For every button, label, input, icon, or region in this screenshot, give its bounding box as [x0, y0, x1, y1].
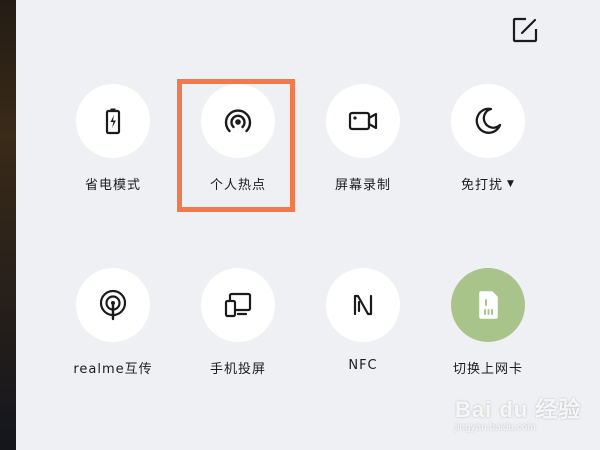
tile-circle	[76, 268, 150, 342]
edit-icon	[512, 17, 538, 43]
tile-circle	[76, 84, 150, 158]
nfc-icon	[353, 294, 373, 316]
tile-circle-active	[451, 268, 525, 342]
tile-label: NFC	[348, 358, 378, 373]
share-icon	[99, 289, 127, 321]
edit-button[interactable]	[509, 14, 541, 46]
tile-label: realme互传	[73, 362, 153, 377]
tile-realme-share[interactable]: realme互传	[58, 268, 168, 388]
tile-circle	[326, 84, 400, 158]
tile-nfc[interactable]: NFC	[308, 268, 418, 388]
background-edge	[0, 0, 16, 450]
moon-icon	[475, 107, 502, 134]
hotspot-highlight-frame	[177, 79, 295, 212]
watermark-logo: Bai du 经验	[455, 397, 582, 422]
tile-screen-record[interactable]: 屏幕录制	[308, 84, 418, 204]
tile-label: 屏幕录制	[334, 178, 391, 193]
tile-label-text: 免打扰	[461, 178, 504, 193]
tile-circle	[451, 84, 525, 158]
tile-screen-cast[interactable]: 手机投屏	[183, 268, 293, 388]
screen-cast-icon	[224, 292, 252, 318]
tile-label: 省电模式	[84, 178, 141, 193]
tile-label: 切换上网卡	[452, 362, 523, 377]
tile-label: 免打扰 ▼	[461, 174, 515, 193]
tile-circle	[326, 268, 400, 342]
screen-record-icon	[348, 111, 378, 131]
tile-switch-data-sim[interactable]: 切换上网卡	[433, 268, 543, 388]
dropdown-caret-icon[interactable]: ▼	[507, 179, 515, 189]
watermark: Bai du 经验 jingyan.baidu.com	[455, 392, 595, 442]
sim-card-icon	[479, 291, 498, 319]
tile-label: 手机投屏	[209, 362, 266, 377]
quick-settings-panel: 省电模式 个人热点 屏幕录制 免打扰 ▼ realme互传 手机投屏 NFC 切…	[16, 0, 600, 450]
tile-circle	[201, 268, 275, 342]
tile-battery-saver[interactable]: 省电模式	[58, 84, 168, 204]
tile-do-not-disturb[interactable]: 免打扰 ▼	[433, 84, 543, 204]
battery-saver-icon	[105, 108, 121, 135]
